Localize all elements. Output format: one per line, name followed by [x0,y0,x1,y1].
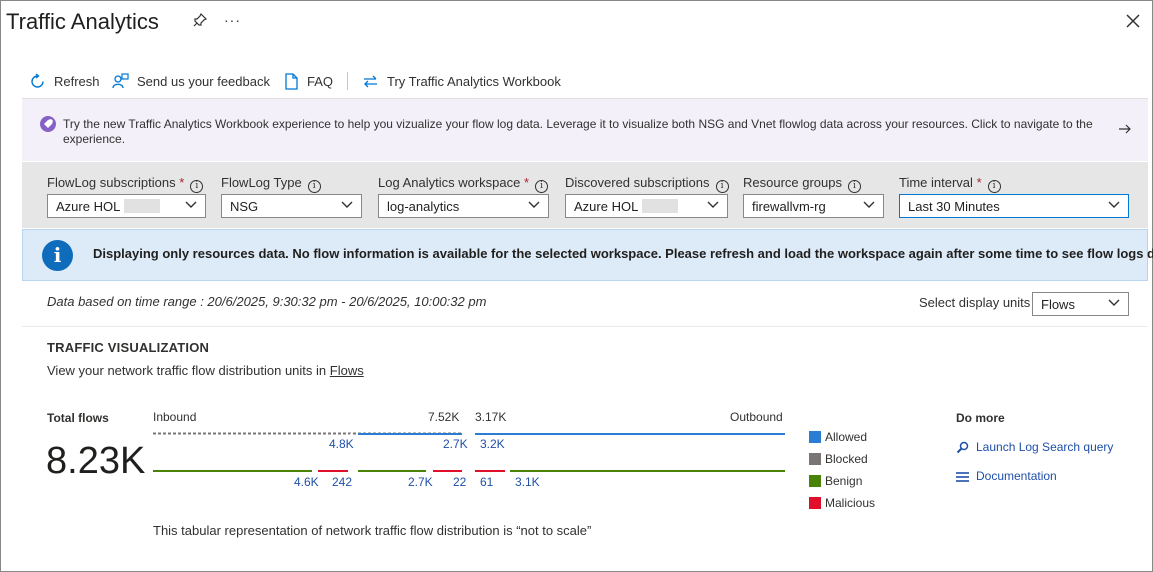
chevron-down-icon [1108,201,1120,208]
chevron-down-icon [707,201,719,208]
info-icon: i [987,180,1001,193]
search-icon [956,441,969,453]
data-label: 4.8K [329,437,354,451]
data-label: 2.7K [408,475,433,489]
discovered-subscriptions-dropdown[interactable]: Azure HOL [565,194,728,218]
rocket-icon [40,116,56,132]
legend-swatch [809,475,821,487]
info-icon: i [42,240,73,271]
faq-label: FAQ [307,73,334,89]
flowlog-type-dropdown[interactable]: NSG [221,194,362,218]
feedback-icon [112,72,129,88]
legend-swatch [809,453,821,465]
total-flows-label: Total flows [47,411,109,425]
legend-item-malicious: Malicious [809,496,875,510]
log-analytics-workspace-dropdown[interactable]: log-analytics [378,194,549,218]
chevron-down-icon [863,201,875,208]
data-label: 4.6K [294,475,319,489]
more-options-icon[interactable]: ··· [224,12,241,28]
inbound-label: Inbound [153,410,197,424]
documentation-link[interactable]: Documentation [956,469,1057,483]
inbound-total-label: 7.52K [428,410,460,424]
total-flows-value: 8.23K [46,440,146,482]
arrow-right-icon[interactable] [1118,122,1132,136]
time-range-text: Data based on time range : 20/6/2025, 9:… [47,294,487,309]
legend-item-blocked: Blocked [809,452,868,466]
pin-icon[interactable] [192,12,208,28]
time-interval-dropdown[interactable]: Last 30 Minutes [899,194,1129,218]
display-units-label: Select display units [919,295,1031,310]
workbook-button[interactable]: Try Traffic Analytics Workbook [362,72,561,90]
refresh-button[interactable]: Refresh [29,72,100,90]
chevron-down-icon [1108,299,1120,306]
redacted-block [642,199,679,213]
section-title: TRAFFIC VISUALIZATION [47,340,210,355]
do-more-title: Do more [956,411,1005,425]
chevron-down-icon [185,201,197,208]
flows-link[interactable]: Flows [330,363,364,378]
banner-text: Try the new Traffic Analytics Workbook e… [63,117,1093,146]
swap-icon [364,75,377,87]
display-units-dropdown[interactable]: Flows [1032,292,1129,316]
toolbar-divider [347,72,348,90]
data-label: 3.1K [515,475,540,489]
outbound-label: Outbound [730,410,783,424]
data-label: 242 [332,475,353,489]
filter-label-flowlog-type: FlowLog Type i [221,175,321,193]
data-label: 22 [453,475,467,489]
data-label: 2.7K [443,437,468,451]
filter-label-time-interval: Time interval * i [899,175,1001,193]
feedback-button[interactable]: Send us your feedback [112,72,270,90]
filter-label-flowlog-subscriptions: FlowLog subscriptions * i [47,175,204,193]
filter-label-log-analytics-workspace: Log Analytics workspace * i [378,175,549,193]
page-title: Traffic Analytics [6,9,159,34]
legend-swatch [809,497,821,509]
workbook-label: Try Traffic Analytics Workbook [387,73,561,89]
outbound-total-label: 3.17K [475,410,507,424]
info-icon: i [848,180,861,193]
info-icon: i [715,180,729,193]
legend-item-allowed: Allowed [809,430,867,444]
info-icon: i [190,180,204,193]
launch-log-search-link[interactable]: Launch Log Search query [956,440,1113,454]
info-icon: i [535,180,549,193]
info-message-text: Displaying only resources data. No flow … [93,246,1153,261]
chevron-down-icon [528,201,540,208]
flowlog-subscriptions-dropdown[interactable]: Azure HOL [47,194,206,218]
close-icon[interactable] [1124,12,1142,30]
faq-button[interactable]: FAQ [284,72,333,90]
legend-swatch [809,431,821,443]
data-label: 3.2K [480,437,505,451]
data-label: 61 [480,475,494,489]
not-to-scale-note: This tabular representation of network t… [153,523,592,538]
refresh-label: Refresh [54,73,100,89]
info-icon: i [307,180,321,193]
redacted-block [124,199,161,213]
document-icon [285,72,298,90]
section-subtitle: View your network traffic flow distribut… [47,363,364,378]
traffic-distribution-chart [153,432,785,472]
chevron-down-icon [341,201,353,208]
filter-label-discovered-subscriptions: Discovered subscriptions i [565,175,729,193]
resource-groups-dropdown[interactable]: firewallvm-rg [743,194,884,218]
legend-item-benign: Benign [809,474,862,488]
filter-label-resource-groups: Resource groups i [743,175,861,193]
divider [22,326,1148,327]
feedback-label: Send us your feedback [137,73,270,89]
list-icon [956,471,969,482]
refresh-icon [31,72,44,88]
